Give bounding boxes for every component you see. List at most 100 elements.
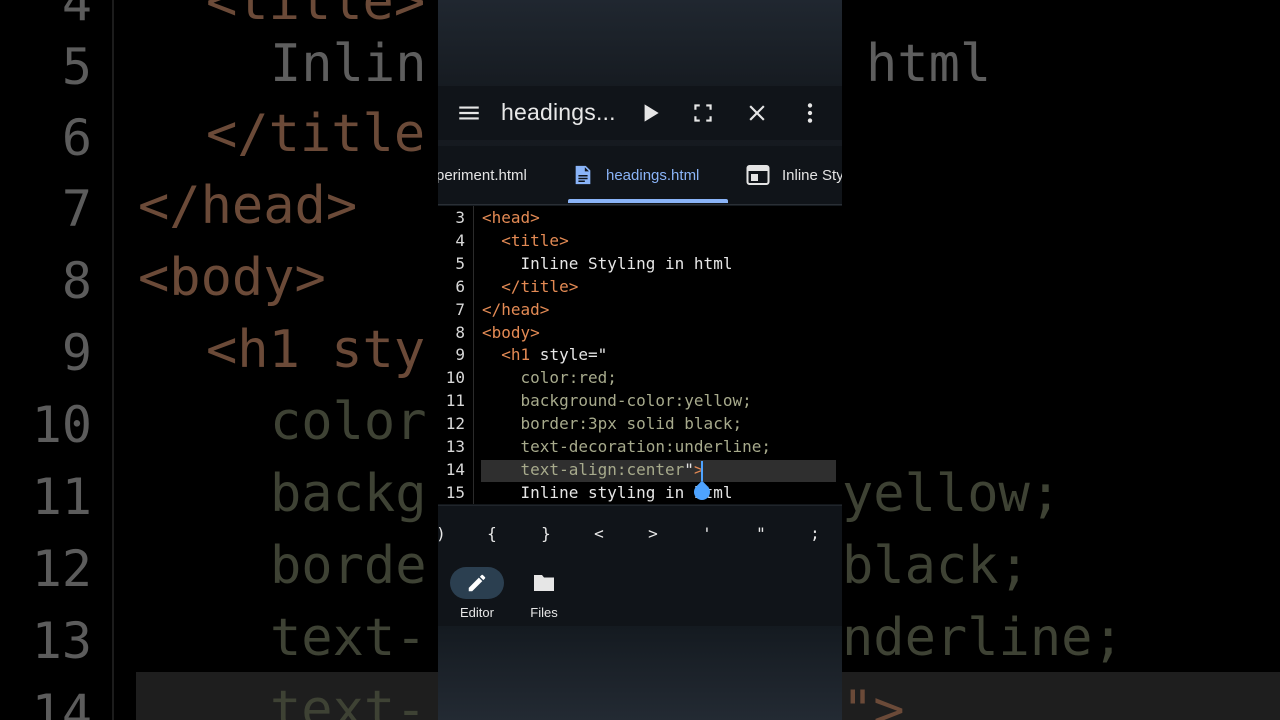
- document-icon: [572, 164, 594, 186]
- browser-window-icon: [746, 164, 770, 186]
- code-token: style=": [530, 345, 608, 365]
- background-code-fragment: Inlin: [270, 34, 427, 94]
- code-token: border:3px solid black;: [482, 414, 743, 434]
- background-code-fragment: ">: [842, 680, 905, 720]
- code-line: </head>: [482, 300, 549, 319]
- background-line-number: 10: [31, 396, 92, 454]
- symbol-key[interactable]: ': [692, 524, 722, 543]
- line-number: 12: [445, 414, 465, 434]
- background-code-fragment: html: [866, 34, 992, 94]
- code-token: ": [684, 459, 694, 479]
- line-number: 9: [455, 345, 465, 365]
- line-number: 4: [455, 230, 465, 250]
- background-code-fragment: color: [270, 392, 427, 452]
- line-number: 6: [455, 276, 465, 296]
- background-line-number: 13: [31, 612, 92, 670]
- tab-headings[interactable]: headings.html: [572, 146, 699, 204]
- code-line: <body>: [482, 323, 540, 342]
- code-token: <h1: [501, 345, 531, 365]
- background-code-fragment: <h1 sty: [206, 320, 426, 380]
- symbol-key[interactable]: {: [477, 524, 507, 543]
- code-token: background-color:yellow;: [482, 391, 752, 411]
- line-number: 7: [455, 299, 465, 319]
- nav-editor[interactable]: Editor: [447, 567, 507, 623]
- code-token: color:red;: [482, 368, 617, 388]
- code-token: text-align:center: [482, 459, 685, 479]
- play-icon[interactable]: [637, 100, 663, 126]
- text-caret: [701, 461, 703, 481]
- tab-experiment[interactable]: periment.html: [438, 146, 527, 204]
- nav-label: Editor: [460, 605, 494, 620]
- background-line-number: 7: [61, 180, 92, 238]
- app-toolbar: headings...: [438, 86, 842, 140]
- background-code-fragment: </title: [206, 104, 426, 164]
- code-token: Inline Styling in html: [482, 253, 733, 273]
- close-icon[interactable]: [744, 100, 770, 126]
- code-line: <h1 style=": [482, 345, 607, 364]
- background-code-fragment: borde: [270, 536, 427, 596]
- background-code-fragment: text-: [270, 608, 427, 668]
- symbol-key[interactable]: >: [638, 524, 668, 543]
- background-line-number: 5: [61, 38, 92, 96]
- line-number: 13: [445, 437, 465, 456]
- background-code-fragment: </head>: [138, 176, 358, 236]
- background-line-number: 9: [61, 324, 92, 382]
- line-number: 3: [455, 208, 465, 227]
- background-code-fragment: nderline;: [842, 608, 1124, 668]
- line-number: 10: [445, 368, 465, 388]
- symbol-key-bar: ) { } < > ' " ;: [438, 505, 842, 562]
- background-code-fragment: <title>: [206, 0, 426, 32]
- folder-icon: [517, 567, 571, 599]
- code-token: </head>: [482, 299, 550, 319]
- nav-files[interactable]: Files: [514, 567, 574, 623]
- line-number: 5: [455, 253, 465, 273]
- code-line: color:red;: [482, 368, 617, 387]
- phone-screen: headings... periment.html headings.html: [438, 0, 842, 720]
- background-line-number: 11: [31, 468, 92, 526]
- symbol-key[interactable]: ): [438, 524, 456, 543]
- active-tab-indicator: [568, 199, 728, 203]
- code-token: <head>: [482, 208, 540, 227]
- background-line-number: 4: [61, 0, 92, 32]
- gutter-divider: [473, 206, 474, 504]
- file-title: headings...: [501, 99, 616, 125]
- code-line: text-decoration:underline;: [482, 437, 771, 456]
- tab-inline-styling[interactable]: Inline Sty: [746, 146, 842, 204]
- code-token: <title>: [501, 230, 569, 250]
- code-editor[interactable]: 3 <head> 4 <title> 5 Inline Styling in html…: [438, 206, 842, 504]
- menu-icon[interactable]: [456, 100, 482, 126]
- screen-bottom-area: [438, 626, 842, 720]
- background-gutter-divider: [112, 0, 114, 720]
- background-code-fragment: black;: [842, 536, 1030, 596]
- symbol-key[interactable]: ;: [800, 524, 830, 543]
- background-code-fragment: yellow;: [842, 464, 1062, 524]
- symbol-key[interactable]: ": [746, 524, 776, 543]
- more-vert-icon[interactable]: [797, 100, 823, 126]
- code-token: text-decoration:underline;: [482, 437, 771, 456]
- fullscreen-icon[interactable]: [690, 100, 716, 126]
- background-code-fragment: backg: [270, 464, 427, 524]
- symbol-key[interactable]: }: [531, 524, 561, 543]
- background-line-number: 6: [61, 109, 92, 167]
- code-line: Inline Styling in html: [482, 253, 733, 273]
- line-number: 11: [445, 391, 465, 411]
- code-line: background-color:yellow;: [482, 391, 752, 410]
- tab-label: Inline Sty: [782, 166, 842, 184]
- nav-label: Files: [530, 605, 558, 620]
- file-tabs: periment.html headings.html Inline Sty: [438, 146, 842, 205]
- background-code-fragment: text-: [270, 680, 427, 720]
- pencil-icon: [450, 567, 504, 599]
- line-number: 15: [445, 482, 465, 502]
- code-line: text-align:center">: [482, 460, 704, 479]
- line-number: 8: [455, 322, 465, 342]
- symbol-key[interactable]: <: [584, 524, 614, 543]
- tab-label: periment.html: [438, 166, 527, 184]
- code-token: </title>: [501, 276, 579, 296]
- code-line: border:3px solid black;: [482, 414, 743, 434]
- background-code-fragment: <body>: [138, 248, 326, 308]
- code-token: <body>: [482, 322, 540, 342]
- code-line: </title>: [482, 277, 578, 296]
- background-line-number: 8: [61, 252, 92, 310]
- tab-label: headings.html: [606, 166, 700, 184]
